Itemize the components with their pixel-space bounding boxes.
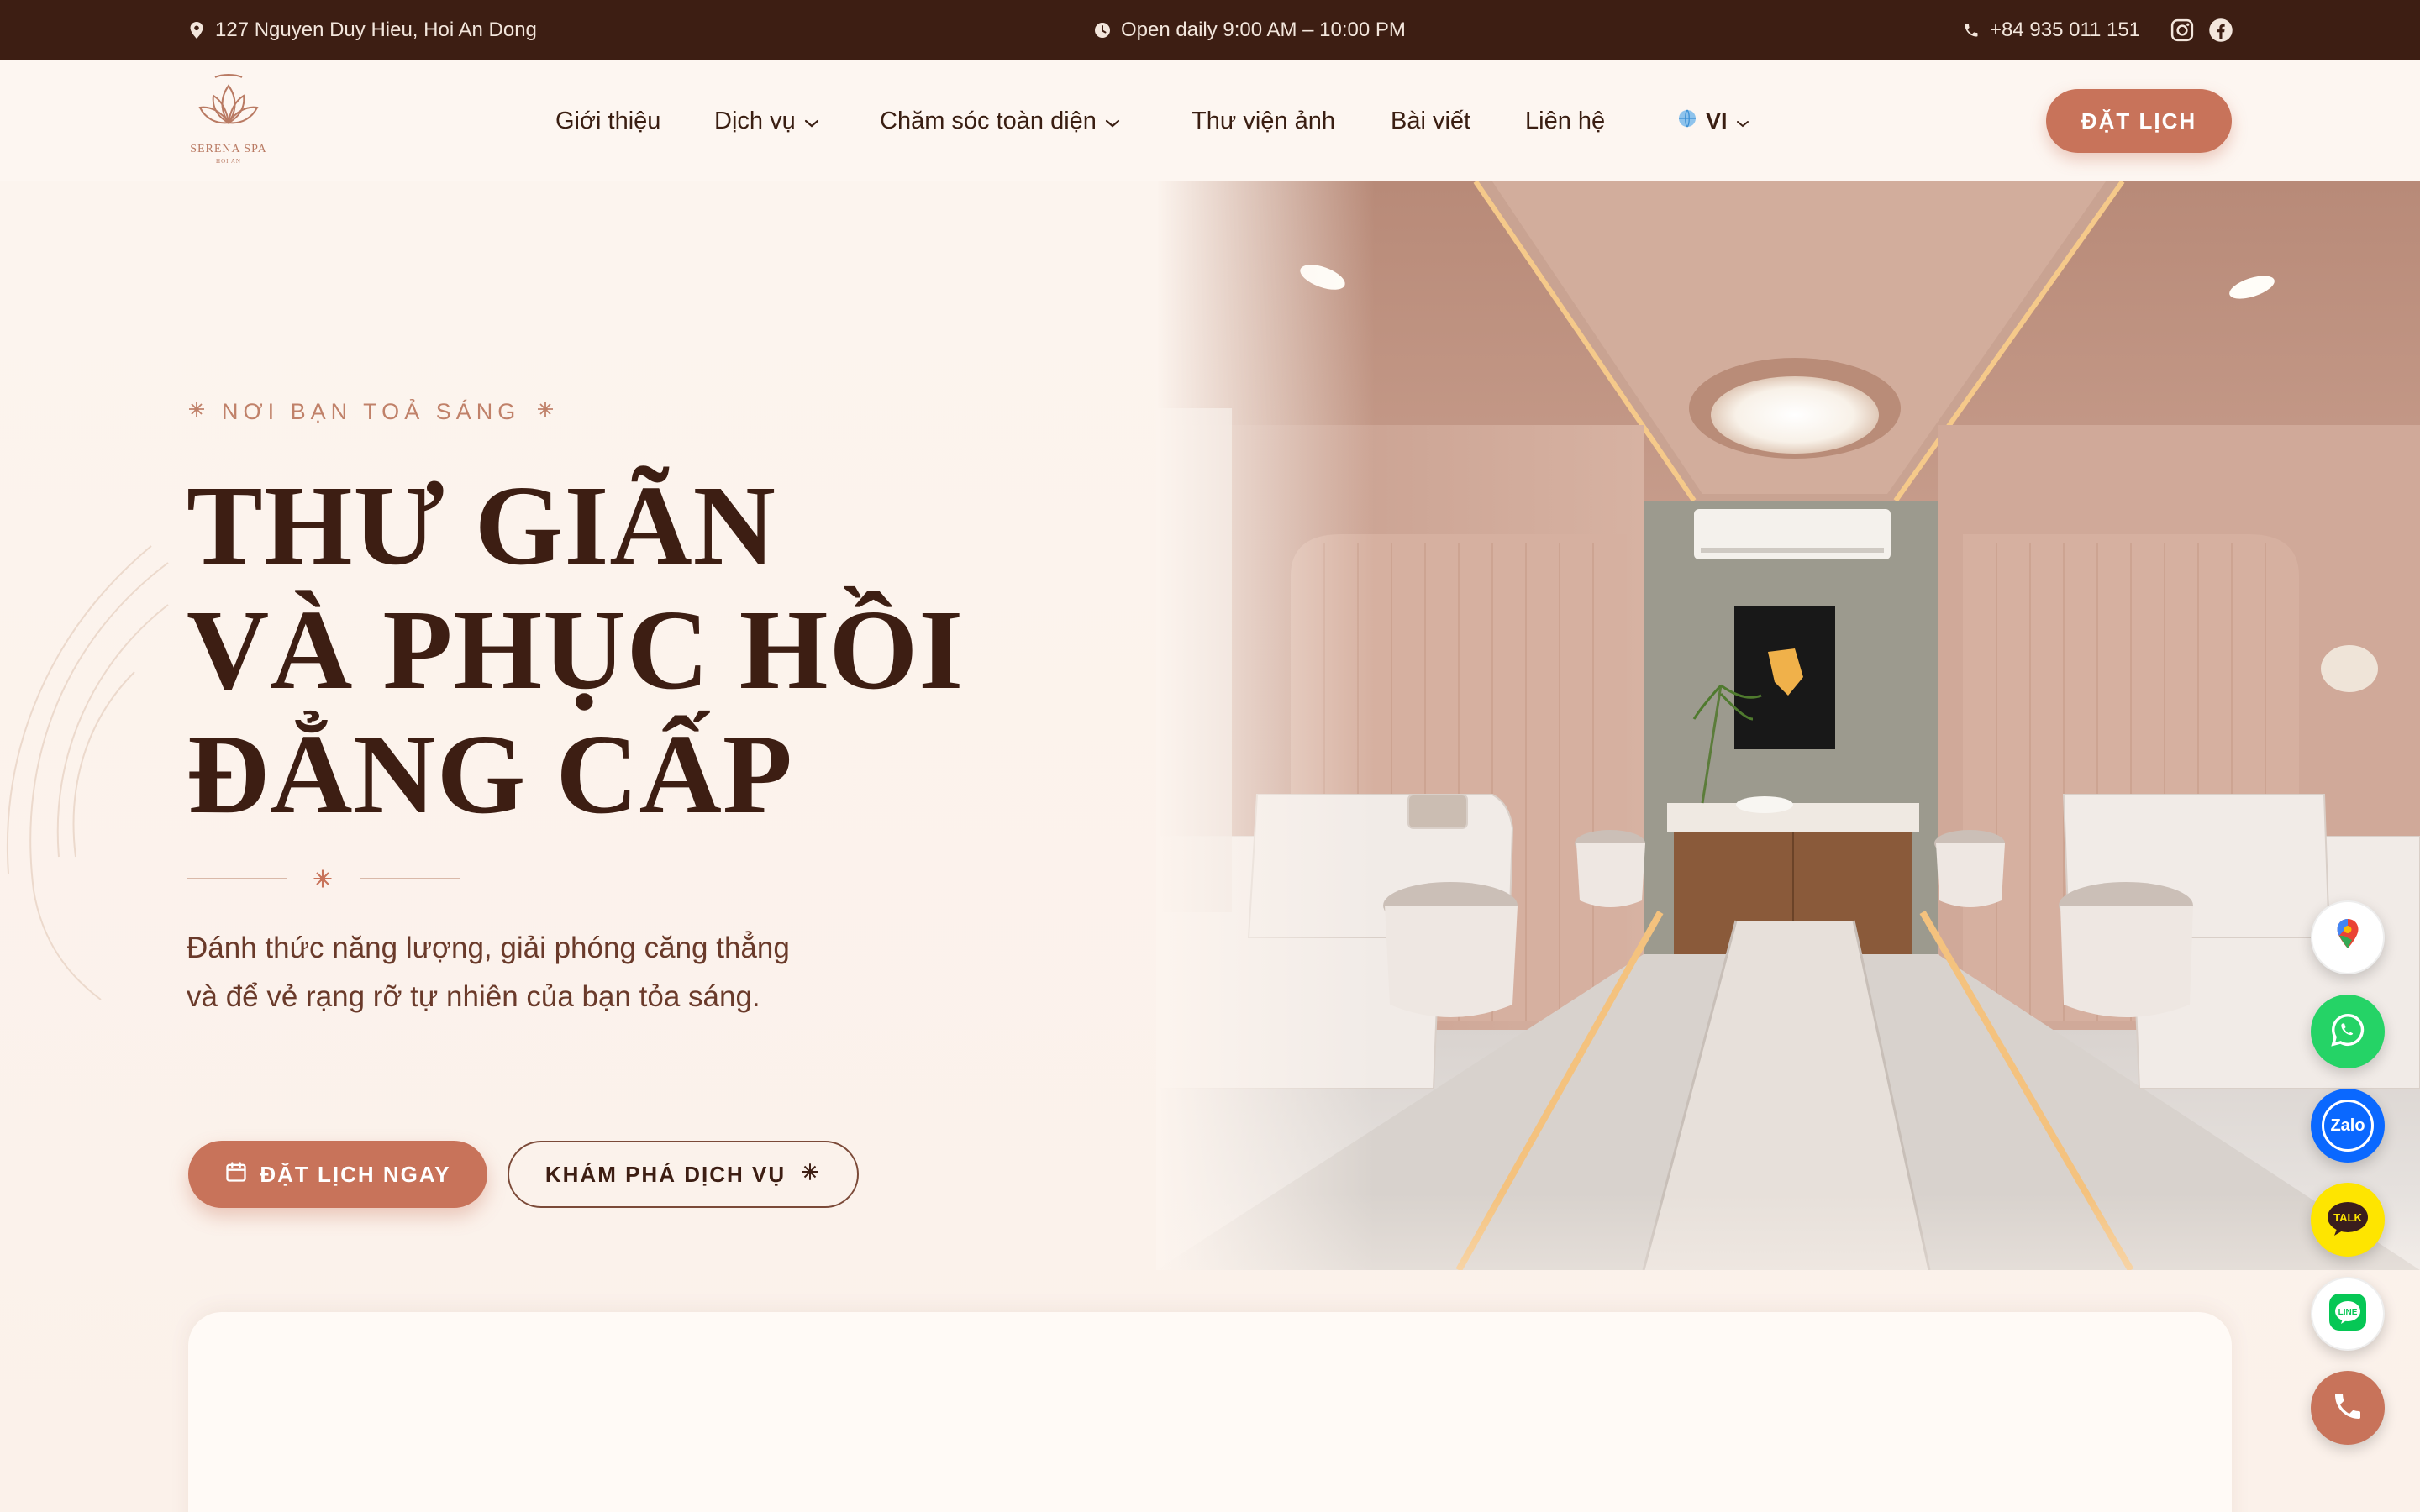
main-header: SERENA SPA HOI AN Giới thiệu Dịch vụ Chă… [0,60,2420,181]
nav-label: Liên hệ [1525,107,1606,134]
chevron-down-icon [804,108,819,135]
google-maps-button[interactable] [2311,900,2385,974]
hero-description: Đánh thức năng lượng, giải phóng căng th… [187,932,790,1013]
logo-subtext: HOI AN [216,158,241,165]
whatsapp-icon [2328,1011,2367,1053]
calendar-icon [224,1160,248,1189]
flower-ornament-icon [535,399,555,425]
divider-line-right [360,878,460,879]
social-links [2170,0,2233,60]
language-code: VI [1706,108,1728,134]
call-button[interactable] [2311,1371,2385,1445]
zalo-button[interactable]: Zalo [2311,1089,2385,1163]
hero-image-fade [1156,181,1375,1270]
google-maps-icon [2327,915,2369,961]
svg-text:LINE: LINE [2338,1308,2358,1317]
phone-icon [1963,22,1980,39]
svg-text:TALK: TALK [2333,1211,2362,1224]
nav-gioi-thieu[interactable]: Giới thiệu [555,60,660,181]
headline-line-1: THƯ GIÃN [187,463,776,589]
clock-icon [1094,22,1111,39]
nav-bai-viet[interactable]: Bài viết [1391,60,1470,181]
flower-ornament-icon [311,867,334,895]
map-pin-icon [188,21,205,39]
book-appointment-button[interactable]: ĐẶT LỊCH [2046,89,2232,153]
chevron-down-icon [1736,108,1749,134]
opening-hours: Open daily 9:00 AM – 10:00 PM [1094,0,1406,60]
nav-lien-he[interactable]: Liên hệ [1525,60,1605,181]
phone-text: +84 935 011 151 [1990,18,2141,41]
headline-line-2: VÀ PHỤC HỒI [187,587,965,713]
hero-headline: THƯ GIÃN VÀ PHỤC HỒI ĐẲNG CẤP [187,464,1128,837]
line-icon: LINE [2324,1289,2371,1340]
chevron-down-icon [1105,108,1120,135]
nav-cham-soc-toan-dien[interactable]: Chăm sóc toàn diện [880,60,1120,181]
whatsapp-button[interactable] [2311,995,2385,1068]
leaf-decoration-icon [7,545,169,1000]
kakaotalk-icon: TALK [2325,1199,2370,1242]
phone-info[interactable]: +84 935 011 151 [1963,0,2140,60]
logo-text: SERENA SPA [190,143,267,155]
page: 127 Nguyen Duy Hieu, Hoi An Dong Open da… [0,0,2420,1512]
zalo-icon: Zalo [2322,1100,2374,1152]
flower-ornament-icon [799,1161,821,1189]
language-selector[interactable]: VI [1677,60,1749,181]
top-info-bar: 127 Nguyen Duy Hieu, Hoi An Dong Open da… [0,0,2420,60]
globe-icon [1677,108,1697,134]
nav-label: Dịch vụ [714,107,796,134]
eyebrow-text: NƠI BẠN TOẢ SÁNG [222,398,521,424]
logo[interactable]: SERENA SPA HOI AN [185,74,272,168]
nav-label: Giới thiệu [555,107,661,134]
ornament-divider [187,862,464,895]
address-info[interactable]: 127 Nguyen Duy Hieu, Hoi An Dong [188,0,537,60]
hero-eyebrow: NƠI BẠN TOẢ SÁNG [187,395,555,428]
line-button[interactable]: LINE [2311,1277,2385,1351]
lotus-icon [198,74,259,124]
book-now-button[interactable]: ĐẶT LỊCH NGAY [188,1141,487,1208]
nav-label: Bài viết [1391,107,1471,134]
nav-label: Thư viện ảnh [1192,107,1335,134]
hours-text: Open daily 9:00 AM – 10:00 PM [1121,18,1406,41]
divider-line-left [187,878,287,879]
hero-image-bottom-fade [1156,1193,2420,1270]
kakaotalk-button[interactable]: TALK [2311,1183,2385,1257]
explore-services-label: KHÁM PHÁ DỊCH VỤ [544,1161,786,1187]
phone-icon [2331,1389,2365,1427]
headline-line-3: ĐẲNG CẤP [187,711,793,837]
address-text: 127 Nguyen Duy Hieu, Hoi An Dong [215,18,537,41]
nav-thu-vien-anh[interactable]: Thư viện ảnh [1192,60,1335,181]
content-card [188,1312,2232,1512]
explore-services-button[interactable]: KHÁM PHÁ DỊCH VỤ [508,1141,859,1208]
nav-dich-vu[interactable]: Dịch vụ [714,60,819,181]
flower-ornament-icon [187,399,207,425]
nav-label: Chăm sóc toàn diện [880,107,1097,134]
book-now-label: ĐẶT LỊCH NGAY [260,1161,451,1187]
instagram-icon[interactable] [2170,18,2195,43]
facebook-icon[interactable] [2208,18,2233,43]
